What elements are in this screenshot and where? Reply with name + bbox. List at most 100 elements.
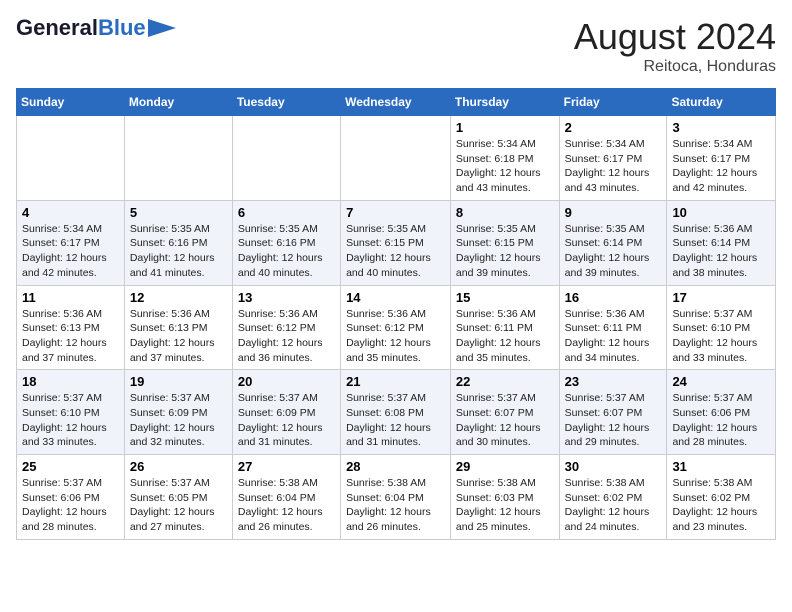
calendar-day-5: 5 Sunrise: 5:35 AM Sunset: 6:16 PM Daylig…	[124, 200, 232, 285]
calendar-day-22: 22Sunrise: 5:37 AM Sunset: 6:07 PM Dayli…	[450, 370, 559, 455]
calendar-day-24: 24 Sunrise: 5:37 AM Sunset: 6:06 PM Dayli…	[667, 370, 776, 455]
calendar-title-block: August 2024 Reitoca, Honduras	[574, 16, 776, 76]
day-info: Sunrise: 5:37 AM Sunset: 6:08 PM Dayligh…	[346, 391, 445, 450]
day-info: Sunrise: 5:36 AM Sunset: 6:13 PM Dayligh…	[22, 307, 119, 366]
day-info: Sunrise: 5:37 AM Sunset: 6:09 PM Dayligh…	[130, 391, 227, 450]
day-number: 10	[672, 205, 770, 220]
day-info: Sunrise: 5:38 AM Sunset: 6:02 PM Dayligh…	[565, 476, 662, 535]
calendar-header-row: SundayMondayTuesdayWednesdayThursdayFrid…	[17, 89, 776, 116]
day-info: Sunrise: 5:34 AM Sunset: 6:17 PM Dayligh…	[22, 222, 119, 281]
header-sunday: Sunday	[17, 89, 125, 116]
day-info: Sunrise: 5:35 AM Sunset: 6:15 PM Dayligh…	[456, 222, 554, 281]
day-number: 16	[565, 290, 662, 305]
day-info: Sunrise: 5:35 AM Sunset: 6:16 PM Dayligh…	[238, 222, 335, 281]
calendar-week-row: 11 Sunrise: 5:36 AM Sunset: 6:13 PM Dayli…	[17, 285, 776, 370]
calendar-day-25: 25Sunrise: 5:37 AM Sunset: 6:06 PM Dayli…	[17, 455, 125, 540]
calendar-day-15: 15 Sunrise: 5:36 AM Sunset: 6:11 PM Dayli…	[450, 285, 559, 370]
calendar-day-17: 17 Sunrise: 5:37 AM Sunset: 6:10 PM Dayli…	[667, 285, 776, 370]
day-number: 13	[238, 290, 335, 305]
day-info: Sunrise: 5:36 AM Sunset: 6:11 PM Dayligh…	[456, 307, 554, 366]
day-number: 25	[22, 459, 119, 474]
day-info: Sunrise: 5:35 AM Sunset: 6:16 PM Dayligh…	[130, 222, 227, 281]
logo: GeneralBlue	[16, 16, 176, 40]
header-friday: Friday	[559, 89, 667, 116]
header-monday: Monday	[124, 89, 232, 116]
day-number: 18	[22, 374, 119, 389]
calendar-empty-cell	[341, 116, 451, 201]
day-number: 4	[22, 205, 119, 220]
location-subtitle: Reitoca, Honduras	[574, 58, 776, 76]
day-number: 17	[672, 290, 770, 305]
day-number: 8	[456, 205, 554, 220]
day-number: 11	[22, 290, 119, 305]
day-number: 28	[346, 459, 445, 474]
day-number: 29	[456, 459, 554, 474]
day-info: Sunrise: 5:35 AM Sunset: 6:15 PM Dayligh…	[346, 222, 445, 281]
day-number: 19	[130, 374, 227, 389]
calendar-day-16: 16 Sunrise: 5:36 AM Sunset: 6:11 PM Dayli…	[559, 285, 667, 370]
day-number: 6	[238, 205, 335, 220]
day-info: Sunrise: 5:36 AM Sunset: 6:11 PM Dayligh…	[565, 307, 662, 366]
day-info: Sunrise: 5:38 AM Sunset: 6:04 PM Dayligh…	[238, 476, 335, 535]
day-number: 3	[672, 120, 770, 135]
calendar-day-29: 29 Sunrise: 5:38 AM Sunset: 6:03 PM Dayli…	[450, 455, 559, 540]
calendar-day-11: 11 Sunrise: 5:36 AM Sunset: 6:13 PM Dayli…	[17, 285, 125, 370]
day-number: 7	[346, 205, 445, 220]
calendar-day-9: 9 Sunrise: 5:35 AM Sunset: 6:14 PM Daylig…	[559, 200, 667, 285]
calendar-day-4: 4 Sunrise: 5:34 AM Sunset: 6:17 PM Daylig…	[17, 200, 125, 285]
day-number: 12	[130, 290, 227, 305]
calendar-day-26: 26Sunrise: 5:37 AM Sunset: 6:05 PM Dayli…	[124, 455, 232, 540]
day-number: 14	[346, 290, 445, 305]
day-info: Sunrise: 5:38 AM Sunset: 6:03 PM Dayligh…	[456, 476, 554, 535]
day-number: 27	[238, 459, 335, 474]
day-number: 5	[130, 205, 227, 220]
calendar-day-1: 1 Sunrise: 5:34 AM Sunset: 6:18 PM Daylig…	[450, 116, 559, 201]
day-info: Sunrise: 5:38 AM Sunset: 6:02 PM Dayligh…	[672, 476, 770, 535]
day-info: Sunrise: 5:36 AM Sunset: 6:13 PM Dayligh…	[130, 307, 227, 366]
day-number: 22	[456, 374, 554, 389]
header-thursday: Thursday	[450, 89, 559, 116]
day-info: Sunrise: 5:37 AM Sunset: 6:09 PM Dayligh…	[238, 391, 335, 450]
day-number: 20	[238, 374, 335, 389]
calendar-week-row: 18 Sunrise: 5:37 AM Sunset: 6:10 PM Dayli…	[17, 370, 776, 455]
calendar-empty-cell	[124, 116, 232, 201]
day-info: Sunrise: 5:36 AM Sunset: 6:12 PM Dayligh…	[238, 307, 335, 366]
calendar-day-23: 23Sunrise: 5:37 AM Sunset: 6:07 PM Dayli…	[559, 370, 667, 455]
page-header: GeneralBlue August 2024 Reitoca, Hondura…	[16, 16, 776, 76]
day-info: Sunrise: 5:37 AM Sunset: 6:06 PM Dayligh…	[672, 391, 770, 450]
day-number: 24	[672, 374, 770, 389]
day-info: Sunrise: 5:37 AM Sunset: 6:10 PM Dayligh…	[22, 391, 119, 450]
day-info: Sunrise: 5:34 AM Sunset: 6:18 PM Dayligh…	[456, 137, 554, 196]
day-number: 9	[565, 205, 662, 220]
day-info: Sunrise: 5:37 AM Sunset: 6:05 PM Dayligh…	[130, 476, 227, 535]
day-info: Sunrise: 5:34 AM Sunset: 6:17 PM Dayligh…	[672, 137, 770, 196]
calendar-day-31: 31 Sunrise: 5:38 AM Sunset: 6:02 PM Dayli…	[667, 455, 776, 540]
calendar-day-2: 2 Sunrise: 5:34 AM Sunset: 6:17 PM Daylig…	[559, 116, 667, 201]
day-number: 21	[346, 374, 445, 389]
day-number: 31	[672, 459, 770, 474]
day-info: Sunrise: 5:38 AM Sunset: 6:04 PM Dayligh…	[346, 476, 445, 535]
calendar-empty-cell	[232, 116, 340, 201]
header-saturday: Saturday	[667, 89, 776, 116]
calendar-day-20: 20 Sunrise: 5:37 AM Sunset: 6:09 PM Dayli…	[232, 370, 340, 455]
header-wednesday: Wednesday	[341, 89, 451, 116]
calendar-day-6: 6 Sunrise: 5:35 AM Sunset: 6:16 PM Daylig…	[232, 200, 340, 285]
day-number: 23	[565, 374, 662, 389]
day-number: 15	[456, 290, 554, 305]
header-tuesday: Tuesday	[232, 89, 340, 116]
month-year-title: August 2024	[574, 16, 776, 58]
day-info: Sunrise: 5:35 AM Sunset: 6:14 PM Dayligh…	[565, 222, 662, 281]
day-info: Sunrise: 5:34 AM Sunset: 6:17 PM Dayligh…	[565, 137, 662, 196]
calendar-day-21: 21 Sunrise: 5:37 AM Sunset: 6:08 PM Dayli…	[341, 370, 451, 455]
day-number: 1	[456, 120, 554, 135]
calendar-week-row: 1 Sunrise: 5:34 AM Sunset: 6:18 PM Daylig…	[17, 116, 776, 201]
calendar-week-row: 4 Sunrise: 5:34 AM Sunset: 6:17 PM Daylig…	[17, 200, 776, 285]
calendar-day-19: 19 Sunrise: 5:37 AM Sunset: 6:09 PM Dayli…	[124, 370, 232, 455]
calendar-day-10: 10Sunrise: 5:36 AM Sunset: 6:14 PM Dayli…	[667, 200, 776, 285]
calendar-day-18: 18 Sunrise: 5:37 AM Sunset: 6:10 PM Dayli…	[17, 370, 125, 455]
day-number: 2	[565, 120, 662, 135]
calendar-day-12: 12 Sunrise: 5:36 AM Sunset: 6:13 PM Dayli…	[124, 285, 232, 370]
logo-blue: Blue	[98, 15, 146, 40]
calendar-day-8: 8 Sunrise: 5:35 AM Sunset: 6:15 PM Daylig…	[450, 200, 559, 285]
day-info: Sunrise: 5:37 AM Sunset: 6:10 PM Dayligh…	[672, 307, 770, 366]
